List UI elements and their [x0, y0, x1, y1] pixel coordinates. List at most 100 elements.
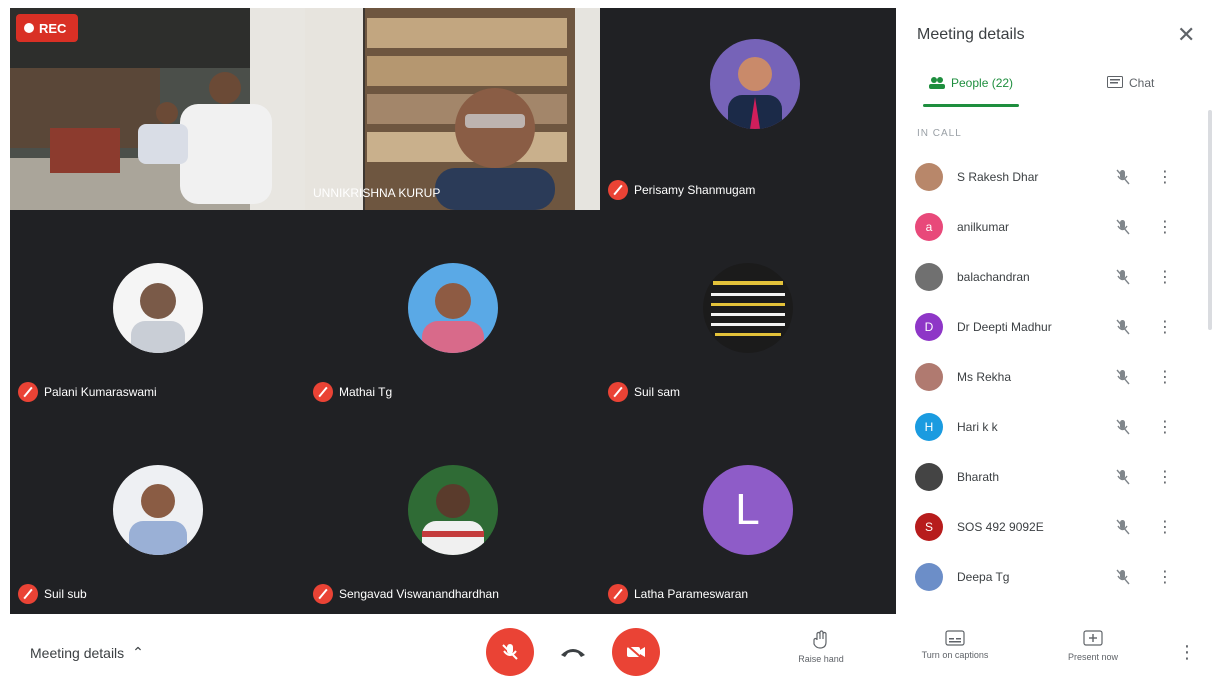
participant-avatar	[407, 263, 498, 353]
mic-off-icon	[1116, 269, 1130, 285]
participant-name: UNNIKRISHNA KURUP	[313, 186, 441, 200]
mic-off-icon	[1116, 469, 1130, 485]
participant-avatar	[915, 163, 943, 191]
present-now-button[interactable]: Present now	[1038, 630, 1148, 662]
more-vert-icon: ⋮	[1157, 269, 1173, 286]
participant-name: Latha Parameswaran	[634, 587, 749, 601]
video-tile-participant[interactable]: L Latha Parameswaran	[600, 412, 895, 614]
recording-label: REC	[39, 20, 67, 36]
microphone-toggle-button[interactable]	[486, 628, 534, 676]
mute-participant-button[interactable]	[1111, 215, 1135, 239]
tile-name-label: UNNIKRISHNA KURUP	[313, 186, 440, 200]
video-tile-participant[interactable]: Suil sam	[600, 210, 895, 412]
tab-chat[interactable]: Chat	[1107, 76, 1154, 90]
participant-name: anilkumar	[957, 220, 1010, 234]
tab-chat-label: Chat	[1129, 76, 1155, 90]
raise-hand-button[interactable]: Raise hand	[766, 630, 876, 664]
participant-name: Perisamy Shanmugam	[634, 183, 756, 197]
more-vert-icon: ⋮	[1157, 219, 1173, 236]
participant-row[interactable]: Deepa Tg ⋮	[915, 557, 1195, 597]
participant-name: Ms Rekha	[957, 370, 1012, 384]
meeting-details-label: Meeting details	[30, 644, 125, 661]
video-tile-participant[interactable]: Sengavad Viswanandhardhan	[305, 412, 600, 614]
video-tile-room[interactable]: REC	[10, 8, 305, 210]
mic-off-icon	[1116, 419, 1130, 435]
video-grid: REC UNNIKRISHNA KURUP Perisamy Shanmugam…	[10, 8, 896, 614]
participant-name: Bharath	[957, 470, 1000, 484]
video-tile-participant[interactable]: Suil sub	[10, 412, 305, 614]
participant-more-button[interactable]: ⋮	[1153, 315, 1177, 339]
mute-participant-button[interactable]	[1111, 465, 1135, 489]
participant-avatar	[112, 465, 203, 555]
participant-name: SOS 492 9092E	[957, 520, 1044, 534]
video-tile-participant[interactable]: Mathai Tg	[305, 210, 600, 412]
participant-more-button[interactable]: ⋮	[1153, 515, 1177, 539]
tab-people[interactable]: People (22)	[929, 76, 1013, 90]
tile-name-label: Perisamy Shanmugam	[608, 180, 755, 200]
more-vert-icon: ⋮	[1157, 419, 1173, 436]
participant-row[interactable]: Bharath ⋮	[915, 457, 1195, 497]
mute-participant-button[interactable]	[1111, 365, 1135, 389]
participant-more-button[interactable]: ⋮	[1153, 365, 1177, 389]
mic-off-icon	[608, 584, 628, 604]
mute-participant-button[interactable]	[1111, 315, 1135, 339]
participant-more-button[interactable]: ⋮	[1153, 165, 1177, 189]
participant-row[interactable]: Ms Rekha ⋮	[915, 357, 1195, 397]
leave-call-button[interactable]	[556, 642, 590, 662]
tile-name-label: Mathai Tg	[313, 382, 392, 402]
mute-participant-button[interactable]	[1111, 565, 1135, 589]
participant-more-button[interactable]: ⋮	[1153, 215, 1177, 239]
participant-row[interactable]: D Dr Deepti Madhur ⋮	[915, 307, 1195, 347]
participant-avatar	[710, 39, 800, 129]
video-tile-participant[interactable]: Palani Kumaraswami	[10, 210, 305, 412]
phone-hangup-icon	[561, 649, 585, 657]
participant-name: Hari k k	[957, 420, 998, 434]
mute-participant-button[interactable]	[1111, 515, 1135, 539]
participant-more-button[interactable]: ⋮	[1153, 465, 1177, 489]
chevron-up-icon: ⌃	[132, 644, 144, 660]
participant-avatar: D	[915, 313, 943, 341]
mute-participant-button[interactable]	[1111, 265, 1135, 289]
captions-label: Turn on captions	[921, 650, 989, 660]
participant-row[interactable]: S SOS 492 9092E ⋮	[915, 507, 1195, 547]
participant-name: Mathai Tg	[339, 385, 393, 399]
hand-icon	[813, 630, 827, 649]
mic-off-icon	[1116, 569, 1130, 585]
participant-name: Dr Deepti Madhur	[957, 320, 1052, 334]
camera-toggle-button[interactable]	[612, 628, 660, 676]
close-panel-button[interactable]: ✕	[1177, 22, 1195, 48]
more-vert-icon: ⋮	[1157, 319, 1173, 336]
meeting-details-button[interactable]: Meeting details ⌃	[30, 644, 144, 661]
mute-participant-button[interactable]	[1111, 415, 1135, 439]
participant-more-button[interactable]: ⋮	[1153, 265, 1177, 289]
participant-avatar	[915, 563, 943, 591]
panel-title: Meeting details	[917, 26, 1025, 43]
mic-off-icon	[18, 584, 38, 604]
participant-row[interactable]: balachandran ⋮	[915, 257, 1195, 297]
more-vert-icon: ⋮	[1157, 519, 1173, 536]
tile-name-label: Suil sam	[608, 382, 680, 402]
participant-more-button[interactable]: ⋮	[1153, 565, 1177, 589]
tile-name-label: Latha Parameswaran	[608, 584, 748, 604]
captions-button[interactable]: Turn on captions	[900, 630, 1010, 660]
recording-badge: REC	[16, 14, 78, 42]
participant-row[interactable]: H Hari k k ⋮	[915, 407, 1195, 447]
mic-off-icon	[1116, 369, 1130, 385]
participant-name: Sengavad Viswanandhardhan	[339, 587, 499, 601]
participant-name: S Rakesh Dhar	[957, 170, 1039, 184]
mic-off-icon	[1116, 219, 1130, 235]
more-vert-icon: ⋮	[1157, 469, 1173, 486]
close-icon[interactable]: ✕	[1177, 22, 1195, 47]
active-tab-indicator	[923, 104, 1019, 107]
participant-more-button[interactable]: ⋮	[1153, 415, 1177, 439]
more-options-button[interactable]: ⋮	[1178, 642, 1196, 663]
participant-name: Deepa Tg	[957, 570, 1010, 584]
tile-name-label: Sengavad Viswanandhardhan	[313, 584, 499, 604]
video-tile-participant[interactable]: Perisamy Shanmugam	[600, 8, 895, 210]
video-tile-speaker[interactable]: UNNIKRISHNA KURUP	[305, 8, 600, 210]
mute-participant-button[interactable]	[1111, 165, 1135, 189]
participant-row[interactable]: S Rakesh Dhar ⋮	[915, 157, 1195, 197]
panel-scrollbar[interactable]	[1208, 110, 1212, 330]
participant-row[interactable]: a anilkumar ⋮	[915, 207, 1195, 247]
mic-off-icon	[608, 382, 628, 402]
